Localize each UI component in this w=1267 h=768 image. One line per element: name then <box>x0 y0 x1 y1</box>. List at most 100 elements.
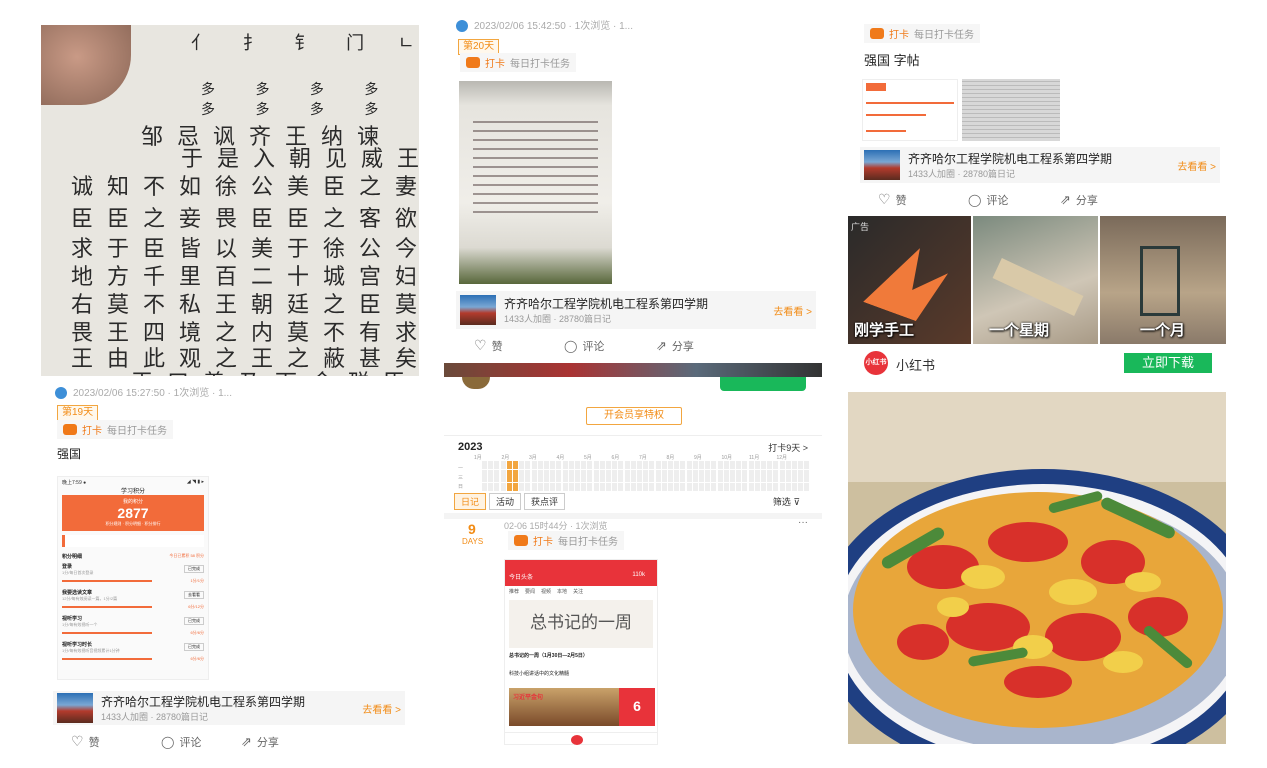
calendar-day-cell[interactable] <box>661 486 667 491</box>
calendar-day-cell[interactable] <box>593 486 599 491</box>
comment-button[interactable]: 评论 <box>564 337 656 354</box>
ad-card-xiaohongshu[interactable]: 广告 刚学手工 一个星期 一个月 小红书 小红书 立即下载 <box>848 216 1226 381</box>
filter-tab[interactable]: 获点评 <box>524 493 566 510</box>
share-button[interactable]: 分享 <box>241 733 279 750</box>
calendar-day-cell[interactable] <box>482 486 487 491</box>
ad-image-room[interactable]: 一个月 <box>1100 216 1226 344</box>
points-item-button[interactable]: 已完成 <box>184 643 204 651</box>
post-card-zitie[interactable]: 打卡 每日打卡任务 强国 字帖 齐齐哈尔工程学院机电工程系第四学期 1433人加… <box>848 15 1226 215</box>
calendar-day-cell[interactable] <box>785 486 791 491</box>
news-tab[interactable]: 本地 <box>557 588 567 595</box>
calendar-day-cell[interactable] <box>649 486 655 491</box>
calendar-day-cell[interactable] <box>792 486 797 491</box>
calendar-day-cell[interactable] <box>531 486 537 491</box>
calendar-day-cell[interactable] <box>630 486 636 491</box>
checkin-tag[interactable]: 打卡 每日打卡任务 <box>864 24 980 43</box>
group-card[interactable]: 齐齐哈尔工程学院机电工程系第四学期 1433人加圈 · 28780篇日记 去看看… <box>456 291 816 329</box>
calendar-day-cell[interactable] <box>575 486 580 491</box>
calendar-day-cell[interactable] <box>748 486 754 491</box>
calendar-day-cell[interactable] <box>767 486 773 491</box>
points-item-button[interactable]: 已完成 <box>184 617 204 625</box>
calendar-day-cell[interactable] <box>754 486 760 491</box>
share-button[interactable]: 分享 <box>656 337 694 354</box>
calendar-day-cell[interactable] <box>717 486 723 491</box>
avatar[interactable] <box>456 20 468 33</box>
ad-image-paper-gun[interactable]: 一个星期 <box>973 216 1098 344</box>
comment-button[interactable]: 评论 <box>968 191 1060 208</box>
calendar-day-cell[interactable] <box>705 486 711 491</box>
group-go-link[interactable]: 去看看 > <box>773 303 812 318</box>
calendar-day-cell[interactable] <box>488 486 494 491</box>
post-card-day19[interactable]: 2023/02/06 15:27:50 · 1次浏览 · 1... 第19天 打… <box>41 381 419 753</box>
avatar[interactable] <box>55 387 67 400</box>
group-card[interactable]: 齐齐哈尔工程学院机电工程系第四学期 1433人加圈 · 28780篇日记 去看看… <box>53 691 405 725</box>
checkin-tag[interactable]: 打卡 每日打卡任务 <box>508 531 624 550</box>
more-menu[interactable]: ··· <box>798 517 808 528</box>
calendar-day-cell[interactable] <box>686 486 692 491</box>
streak-link[interactable]: 打卡9天 > <box>768 441 808 454</box>
filter-button[interactable]: 筛选 ⊽ <box>773 495 800 508</box>
calendar-day-cell[interactable] <box>544 486 549 491</box>
news-tab[interactable]: 推荐 <box>509 588 519 595</box>
calendar-day-cell[interactable] <box>730 486 735 491</box>
points-item-button[interactable]: 已完成 <box>184 565 204 573</box>
calendar-day-cell[interactable] <box>519 486 525 491</box>
calendar-day-cell[interactable] <box>599 486 605 491</box>
calendar-day-cell[interactable] <box>612 486 618 491</box>
post-image-copybook[interactable] <box>962 79 1060 141</box>
group-go-link[interactable]: 去看看 > <box>362 701 401 716</box>
calendar-day-cell[interactable] <box>618 486 624 491</box>
calendar-day-cell[interactable] <box>556 486 562 491</box>
calendar-day-cell[interactable] <box>804 486 810 491</box>
news-tab[interactable]: 视频 <box>541 588 551 595</box>
calendar-day-cell[interactable] <box>668 486 673 491</box>
calendar-day-cell[interactable] <box>680 486 686 491</box>
ad-image-paper-claws[interactable]: 广告 刚学手工 <box>848 216 971 344</box>
calendar-day-cell[interactable] <box>761 486 766 491</box>
filter-tab[interactable]: 活动 <box>489 493 522 510</box>
calendar-day-cell[interactable] <box>550 486 556 491</box>
calendar-day-cell[interactable] <box>506 486 512 491</box>
calendar-day-cell[interactable] <box>742 486 748 491</box>
top-green-button[interactable] <box>720 377 806 391</box>
calendar-day-cell[interactable] <box>692 486 698 491</box>
post-image-score-screenshot[interactable]: 晚上7:59 ● ◢ ◥ ▮ ▸ 学习积分 我的积分 2877 积分规则 · 积… <box>57 476 209 680</box>
calendar-day-cell[interactable] <box>525 486 531 491</box>
post-image-handwriting[interactable] <box>459 81 612 284</box>
calendar-day-cell[interactable] <box>568 486 574 491</box>
download-button[interactable]: 立即下载 <box>1124 353 1212 373</box>
vip-button[interactable]: 开会员享特权 <box>586 407 682 425</box>
calendar-day-cell[interactable] <box>643 486 649 491</box>
post-image-app-screenshot[interactable] <box>862 79 958 141</box>
news-tab[interactable]: 要闻 <box>525 588 535 595</box>
calendar-day-cell[interactable] <box>699 486 704 491</box>
group-card[interactable]: 齐齐哈尔工程学院机电工程系第四学期 1433人加圈 · 28780篇日记 去看看… <box>860 147 1220 183</box>
comment-button[interactable]: 评论 <box>161 733 241 750</box>
points-item-button[interactable]: 去看看 <box>184 591 204 599</box>
calendar-day-cell[interactable] <box>606 486 611 491</box>
calendar-day-cell[interactable] <box>494 486 500 491</box>
post-card-day20[interactable]: 2023/02/06 15:42:50 · 1次浏览 · 1... 第20天 打… <box>444 15 822 377</box>
calendar-day-cell[interactable] <box>513 486 518 491</box>
calendar-day-cell[interactable] <box>723 486 729 491</box>
share-button[interactable]: 分享 <box>1060 191 1098 208</box>
calendar-day-cell[interactable] <box>711 486 717 491</box>
calendar-day-cell[interactable] <box>637 486 642 491</box>
calendar-day-cell[interactable] <box>773 486 779 491</box>
filter-tab[interactable]: 日记 <box>454 493 487 510</box>
calendar-day-cell[interactable] <box>736 486 742 491</box>
like-button[interactable]: 赞 <box>71 733 161 750</box>
calendar-day-cell[interactable] <box>562 486 568 491</box>
checkin-tag[interactable]: 打卡 每日打卡任务 <box>57 420 173 439</box>
calendar-day-cell[interactable] <box>587 486 593 491</box>
group-go-link[interactable]: 去看看 > <box>1177 158 1216 173</box>
news-tab[interactable]: 关注 <box>573 588 583 595</box>
calendar-day-cell[interactable] <box>779 486 785 491</box>
like-button[interactable]: 赞 <box>474 337 564 354</box>
post-image-news-screenshot[interactable]: 今日头条 110k 推荐 要闻 视频 本地 关注 总书记的一周 总书记的一周（1月30日… <box>504 559 658 745</box>
calendar-day-cell[interactable] <box>537 486 543 491</box>
calendar-day-cell[interactable] <box>798 486 804 491</box>
calendar-day-cell[interactable] <box>581 486 587 491</box>
calendar-day-cell[interactable] <box>655 486 661 491</box>
calendar-day-cell[interactable] <box>674 486 680 491</box>
